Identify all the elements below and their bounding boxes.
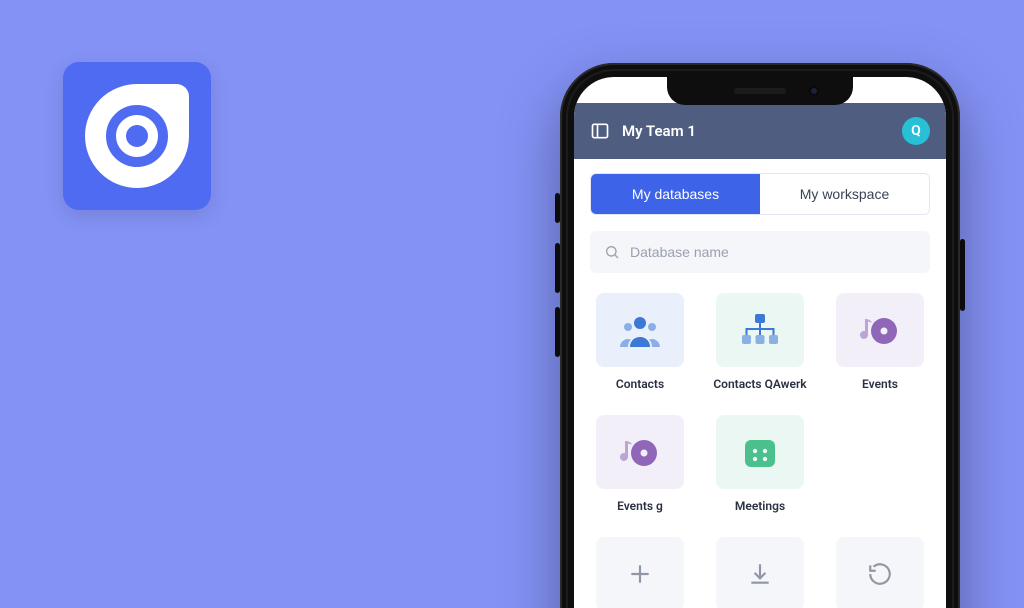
tile-label: Meetings	[735, 499, 785, 527]
tile	[716, 415, 804, 489]
music-disc-icon	[860, 313, 900, 347]
tile	[596, 537, 684, 608]
phone-notch	[667, 77, 853, 105]
people-icon	[619, 313, 661, 347]
plus-icon	[627, 561, 653, 587]
tile	[596, 293, 684, 367]
tile	[836, 293, 924, 367]
team-name[interactable]: My Team 1	[622, 122, 890, 140]
database-tile-events-g[interactable]: Events g	[590, 415, 690, 527]
music-disc-icon	[620, 435, 660, 469]
workspace-icon	[590, 121, 610, 141]
brand-logo-ring	[106, 105, 168, 167]
tile	[836, 537, 924, 608]
app-header: My Team 1 Q	[574, 103, 946, 159]
phone-speaker	[734, 88, 786, 94]
search-icon	[604, 244, 620, 260]
view-segmented-control: My databases My workspace	[590, 173, 930, 215]
avatar-initial: Q	[911, 123, 921, 139]
tile-label: Contacts	[616, 377, 664, 405]
tile-label: Events g	[617, 499, 663, 527]
phone-volume-up	[555, 243, 560, 293]
database-tile-meetings[interactable]: Meetings	[710, 415, 810, 527]
phone-camera	[809, 86, 819, 96]
phone-volume-down	[555, 307, 560, 357]
database-tile-events[interactable]: Events	[830, 293, 930, 405]
database-grid: Contacts	[590, 293, 930, 608]
phone-screen: My Team 1 Q My databases My workspace	[574, 77, 946, 608]
phone-side-button	[555, 193, 560, 223]
tab-my-databases[interactable]: My databases	[591, 174, 760, 214]
tab-label: My workspace	[800, 186, 889, 202]
phone-power-button	[960, 239, 965, 311]
database-tile-contacts-qawerk[interactable]: Contacts QAwerk	[710, 293, 810, 405]
tile-label: Contacts QAwerk	[713, 377, 806, 405]
restore-icon	[867, 561, 893, 587]
action-new-database[interactable]: New database	[590, 537, 690, 608]
tile	[716, 537, 804, 608]
user-avatar[interactable]: Q	[902, 117, 930, 145]
brand-logo	[63, 62, 211, 210]
brand-logo-shape	[85, 84, 189, 188]
download-icon	[747, 561, 773, 587]
action-manage-backups[interactable]: Manage backups	[830, 537, 930, 608]
calendar-icon	[742, 435, 778, 469]
search-bar[interactable]	[590, 231, 930, 273]
tab-my-workspace[interactable]: My workspace	[760, 174, 929, 214]
main-content: My databases My workspace	[574, 159, 946, 608]
database-tile-contacts[interactable]: Contacts	[590, 293, 690, 405]
tab-label: My databases	[632, 186, 719, 202]
search-input[interactable]	[630, 244, 916, 260]
org-chart-icon	[739, 313, 781, 347]
brand-logo-dot	[126, 125, 148, 147]
action-import-archive[interactable]: Import archive	[710, 537, 810, 608]
phone-frame: My Team 1 Q My databases My workspace	[560, 63, 960, 608]
tile	[716, 293, 804, 367]
tile	[596, 415, 684, 489]
tile-label: Events	[862, 377, 898, 405]
